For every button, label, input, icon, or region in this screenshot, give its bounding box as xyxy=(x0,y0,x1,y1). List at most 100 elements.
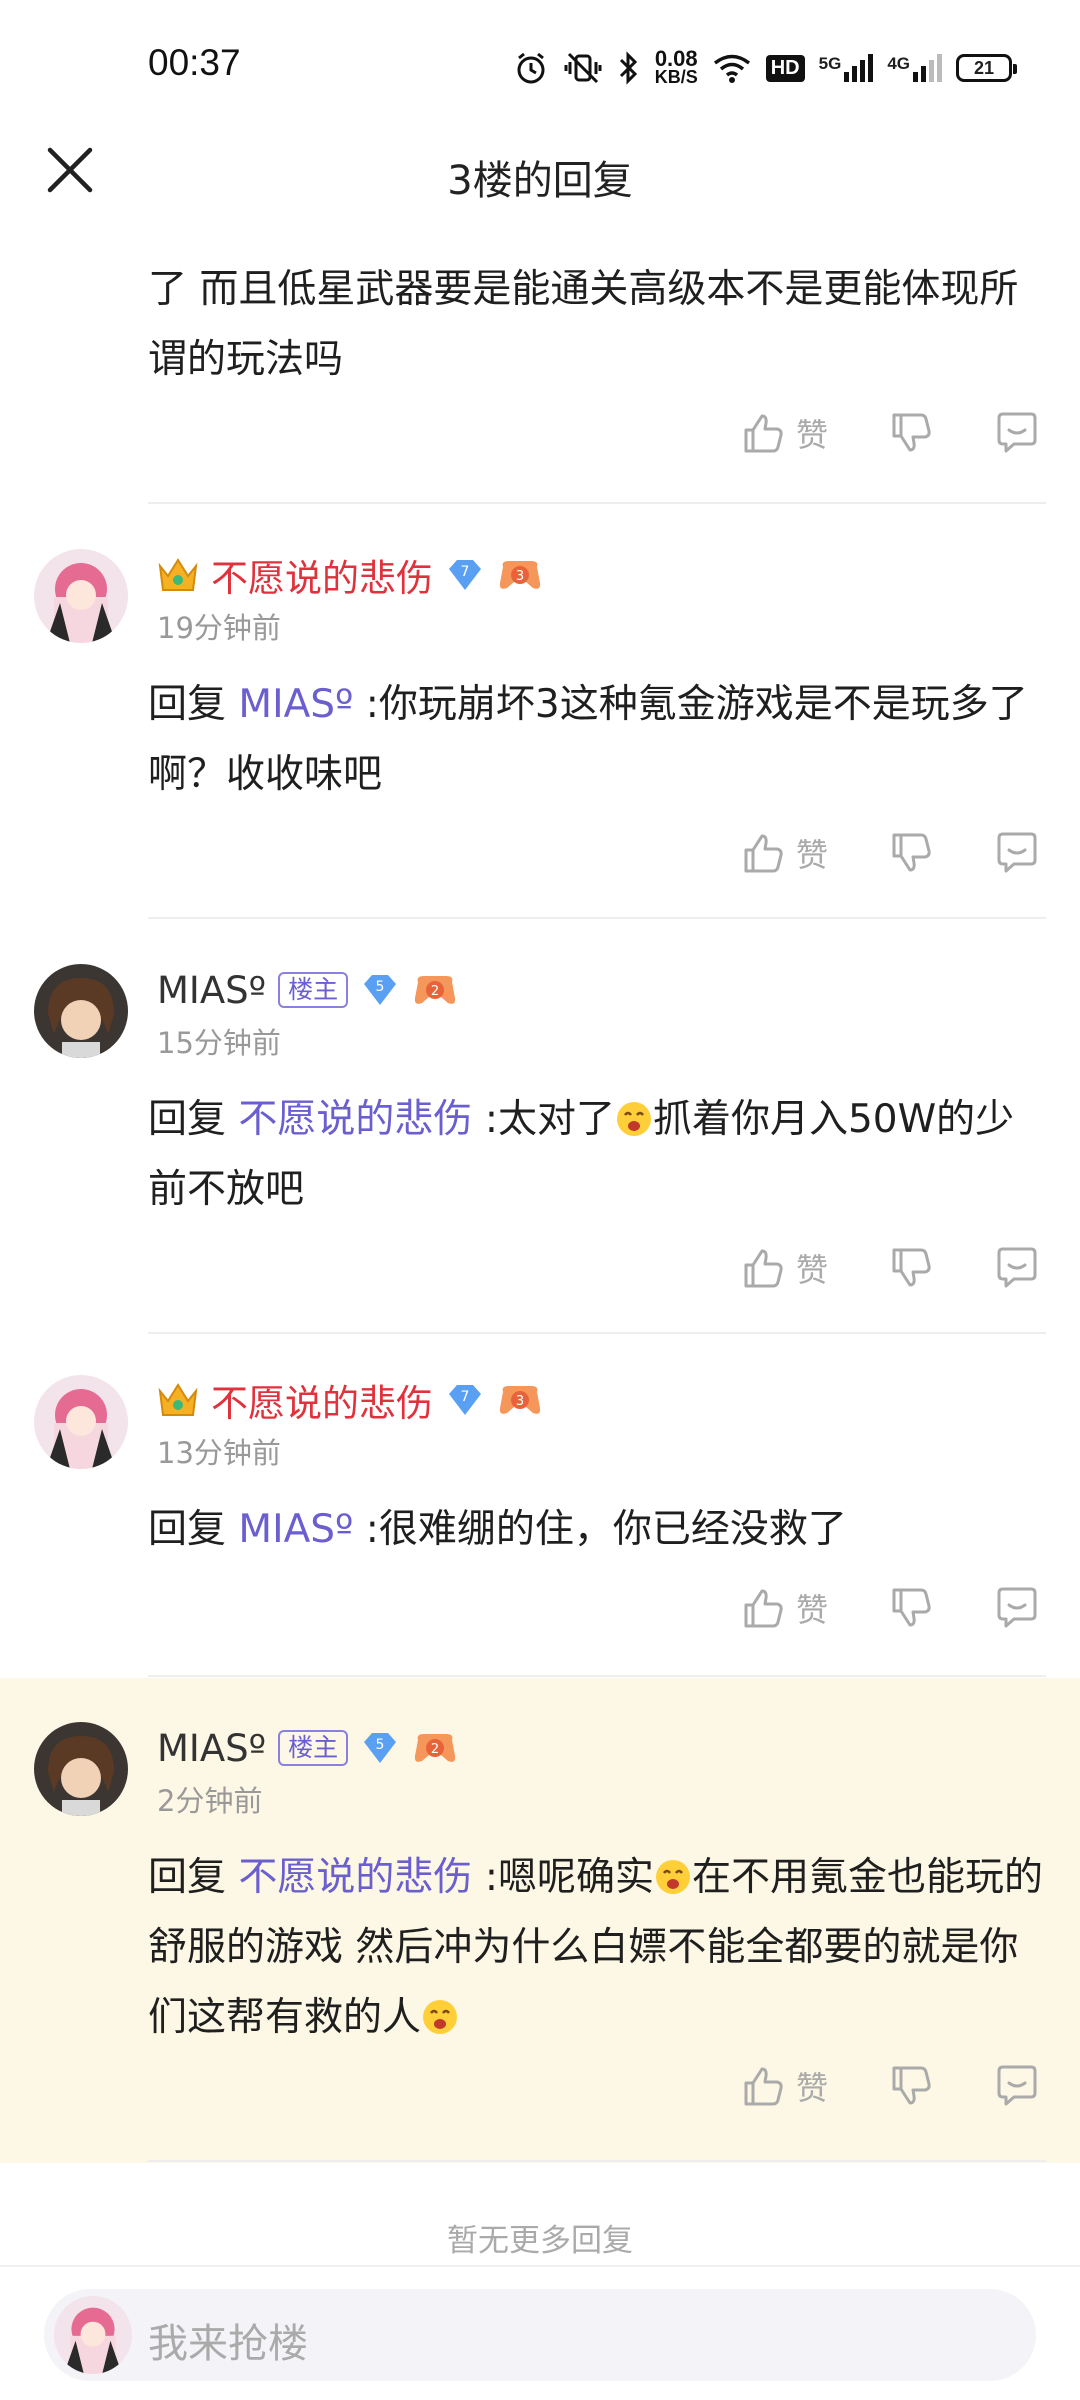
signal-5g-label: 5G xyxy=(818,54,842,73)
game-level-icon: 3 xyxy=(499,561,541,589)
reply-actions: 赞 xyxy=(740,830,1040,876)
like-button[interactable]: 赞 xyxy=(740,830,828,876)
reply-item: 不愿说的悲伤 7 3 19分钟前 回复 MIASº :你玩崩坏3这种氪金游戏是不… xyxy=(0,505,1080,915)
game-level-icon: 2 xyxy=(414,1734,456,1762)
game-level-icon: 2 xyxy=(414,976,456,1004)
svg-text:3: 3 xyxy=(516,569,524,584)
svg-text:5: 5 xyxy=(376,1737,385,1753)
bluetooth-icon xyxy=(619,51,637,85)
reply-comment-icon[interactable] xyxy=(994,410,1040,456)
reply-item: MIASº 楼主 5 2 15分钟前 回复 不愿说的悲伤 :太对了 抓着你月入50… xyxy=(0,920,1080,1330)
username[interactable]: MIASº xyxy=(157,969,266,1012)
hd-icon: HD xyxy=(765,54,805,82)
vibrate-mute-icon xyxy=(564,52,602,84)
reply-item: 不愿说的悲伤 7 3 13分钟前 回复 MIASº :很难绷的住，你已经没救了 … xyxy=(0,1335,1080,1675)
reply-content: 回复 不愿说的悲伤 :太对了 抓着你月入50W的少前不放吧 xyxy=(148,1085,1048,1225)
svg-text:5: 5 xyxy=(376,979,385,995)
thumbs-up-icon xyxy=(744,1589,783,1628)
avatar[interactable] xyxy=(34,549,128,643)
laugh-emoji-icon xyxy=(423,2000,458,2034)
thumbs-up-icon xyxy=(744,1249,783,1288)
net-speed: 0.08 KB/S xyxy=(654,48,698,87)
like-button[interactable]: 赞 xyxy=(740,410,828,456)
reply-item-highlighted: MIASº 楼主 5 2 2分钟前 回复 不愿说的悲伤 :嗯呢确实 在不用氪金也能… xyxy=(0,1678,1080,2163)
input-placeholder: 我来抢楼 xyxy=(148,2321,308,2367)
no-more-replies: 暂无更多回复 xyxy=(447,2223,633,2259)
thumbs-down-icon[interactable] xyxy=(888,1245,934,1291)
net-speed-unit: KB/S xyxy=(654,67,698,87)
status-icons: 0.08 KB/S HD 5G 4G 21 xyxy=(513,46,1017,90)
mention-link[interactable]: MIASº xyxy=(238,1507,353,1552)
user-line: 不愿说的悲伤 7 3 xyxy=(157,1375,543,1425)
avatar[interactable] xyxy=(34,964,128,1058)
mention-link[interactable]: MIASº xyxy=(238,682,353,727)
signal-4g-label: 4G xyxy=(887,54,910,73)
reply-prefix: 回复 xyxy=(148,1097,227,1142)
like-label: 赞 xyxy=(795,2069,828,2107)
reply-input[interactable]: 我来抢楼 xyxy=(44,2289,1036,2381)
avatar[interactable] xyxy=(34,1375,128,1469)
comment-actions: 赞 xyxy=(740,410,1040,456)
header: 3楼的回复 xyxy=(0,130,1080,220)
divider xyxy=(148,1675,1046,1677)
signal-4g-icon: 4G xyxy=(887,54,942,82)
svg-text:2: 2 xyxy=(431,984,439,999)
bottom-bar: 我来抢楼 xyxy=(0,2265,1080,2400)
like-label: 赞 xyxy=(795,1251,828,1289)
like-label: 赞 xyxy=(795,836,828,874)
thumbs-down-icon[interactable] xyxy=(888,2063,934,2109)
crown-icon xyxy=(158,558,198,591)
status-time: 00:37 xyxy=(148,42,241,83)
alarm-icon xyxy=(517,52,545,84)
reply-comment-icon[interactable] xyxy=(994,1245,1040,1291)
laugh-emoji-icon xyxy=(616,1102,651,1136)
like-label: 赞 xyxy=(795,416,828,454)
reply-content: 回复 不愿说的悲伤 :嗯呢确实 在不用氪金也能玩的舒服的游戏 然后冲为什么白嫖不能… xyxy=(148,1843,1048,2053)
reply-comment-icon[interactable] xyxy=(994,1585,1040,1631)
reply-time: 15分钟前 xyxy=(157,1026,281,1060)
reply-time: 19分钟前 xyxy=(157,611,281,645)
reply-actions: 赞 xyxy=(740,1245,1040,1291)
top-comment: 了 而且低星武器要是能通关高级本不是更能体现所谓的玩法吗 赞 xyxy=(0,240,1080,505)
thumbs-down-icon[interactable] xyxy=(888,1585,934,1631)
mention-link[interactable]: 不愿说的悲伤 xyxy=(238,1855,472,1900)
thumbs-up-icon xyxy=(744,414,783,453)
thumbs-down-icon[interactable] xyxy=(888,410,934,456)
reply-content: 回复 MIASº :你玩崩坏3这种氪金游戏是不是玩多了啊？收收味吧 xyxy=(148,670,1048,810)
reply-time: 2分钟前 xyxy=(157,1784,263,1818)
laugh-emoji-icon xyxy=(655,1860,690,1894)
reply-text: :太对了 xyxy=(472,1097,615,1142)
svg-text:7: 7 xyxy=(461,564,470,580)
username[interactable]: 不愿说的悲伤 xyxy=(211,1373,433,1427)
divider xyxy=(148,502,1046,504)
reply-text: :嗯呢确实 xyxy=(472,1855,654,1900)
svg-text:3: 3 xyxy=(516,1394,524,1409)
divider xyxy=(148,2160,1046,2162)
mention-link[interactable]: 不愿说的悲伤 xyxy=(238,1097,472,1142)
vip-diamond-icon: 7 xyxy=(449,560,481,590)
page-title: 3楼的回复 xyxy=(447,158,633,204)
like-button[interactable]: 赞 xyxy=(740,1585,828,1631)
wifi-icon xyxy=(713,54,750,83)
user-line: 不愿说的悲伤 7 3 xyxy=(157,550,543,600)
reply-time: 13分钟前 xyxy=(157,1436,281,1470)
like-button[interactable]: 赞 xyxy=(740,1245,828,1291)
username[interactable]: 不愿说的悲伤 xyxy=(211,548,433,602)
reply-comment-icon[interactable] xyxy=(994,830,1040,876)
divider xyxy=(148,1332,1046,1334)
thumbs-down-icon[interactable] xyxy=(888,830,934,876)
comment-content: 了 而且低星武器要是能通关高级本不是更能体现所谓的玩法吗 xyxy=(148,267,1019,382)
battery-icon: 21 xyxy=(956,54,1017,82)
username[interactable]: MIASº xyxy=(157,1727,266,1770)
owner-badge: 楼主 xyxy=(278,1730,349,1766)
svg-text:2: 2 xyxy=(431,1742,439,1757)
signal-5g-icon: 5G xyxy=(819,54,874,82)
reply-comment-icon[interactable] xyxy=(994,2063,1040,2109)
vip-diamond-icon: 5 xyxy=(364,975,397,1005)
reply-prefix: 回复 xyxy=(148,1507,227,1552)
user-line: MIASº 楼主 5 2 xyxy=(157,965,458,1015)
avatar[interactable] xyxy=(34,1722,128,1816)
like-button[interactable]: 赞 xyxy=(740,2063,828,2109)
thumbs-up-icon xyxy=(744,834,783,873)
reply-content: 回复 MIASº :很难绷的住，你已经没救了 xyxy=(148,1495,1048,1565)
